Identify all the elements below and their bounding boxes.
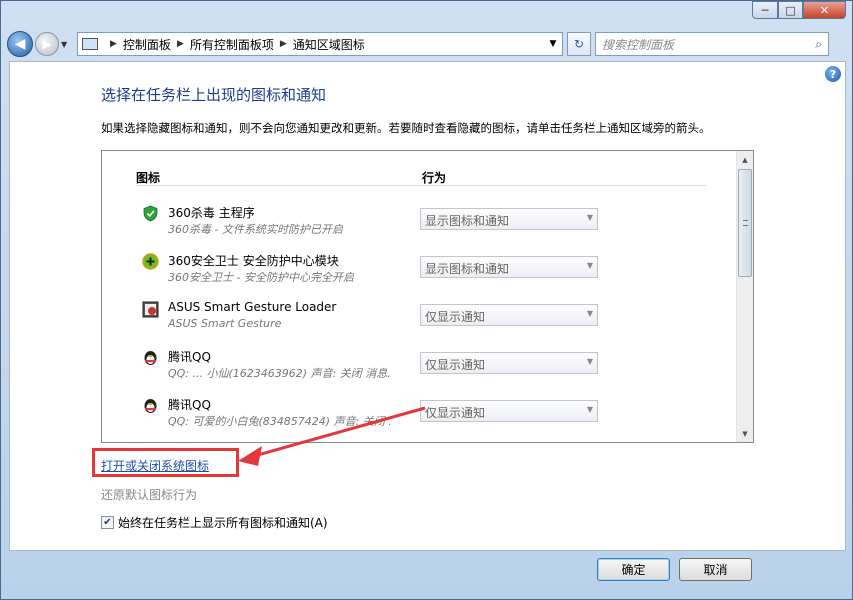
close-button[interactable]: ✕ bbox=[803, 1, 846, 19]
minimize-button[interactable]: ─ bbox=[752, 1, 778, 19]
cancel-button[interactable]: 取消 bbox=[679, 558, 752, 581]
behavior-value: 仅显示通知 bbox=[425, 358, 486, 372]
page-description: 如果选择隐藏图标和通知，则不会向您通知更改和更新。若要随时查看隐藏的图标，请单击… bbox=[101, 121, 711, 135]
list-item: 腾讯QQ QQ: 可爱的小白兔(834857424) 声音: 关闭 ... 仅显… bbox=[136, 393, 706, 439]
list-header: 图标 行为 bbox=[136, 169, 706, 186]
search-input[interactable]: 搜索控制面板 bbox=[602, 36, 815, 53]
breadcrumb-separator: ▶ bbox=[110, 39, 117, 49]
search-box[interactable]: 搜索控制面板 ⌕ bbox=[595, 32, 829, 56]
penguin-icon bbox=[144, 351, 157, 365]
item-name: 腾讯QQ bbox=[168, 350, 211, 364]
behavior-value: 显示图标和通知 bbox=[425, 262, 510, 276]
plus-circle-icon bbox=[142, 253, 159, 270]
address-bar[interactable]: ▶ 控制面板 ▶ 所有控制面板项 ▶ 通知区域图标 ▼ bbox=[77, 32, 563, 56]
chevron-down-icon: ▼ bbox=[586, 405, 593, 414]
list-item: ASUS Smart Gesture Loader ASUS Smart Ges… bbox=[136, 297, 706, 343]
item-description: ASUS Smart Gesture bbox=[168, 317, 282, 330]
item-description: QQ: ... 小仙(1623463962) 声音: 关闭 消息... bbox=[168, 367, 390, 380]
maximize-button[interactable]: □ bbox=[778, 1, 803, 19]
item-name: 360杀毒 主程序 bbox=[168, 206, 255, 220]
item-description: 360杀毒 - 文件系统实时防护已开启 bbox=[168, 223, 343, 236]
chevron-down-icon: ▼ bbox=[586, 261, 593, 270]
always-show-all-checkbox[interactable]: ✔ bbox=[101, 516, 114, 529]
help-icon[interactable]: ? bbox=[825, 66, 841, 82]
recent-pages-dropdown[interactable]: ▼ bbox=[61, 40, 73, 49]
always-show-all-checkbox-row[interactable]: ✔ 始终在任务栏上显示所有图标和通知(A) bbox=[101, 514, 328, 531]
page-title: 选择在任务栏上出现的图标和通知 bbox=[101, 86, 327, 104]
address-dropdown-icon[interactable]: ▼ bbox=[544, 39, 562, 49]
breadcrumb-notification-icons[interactable]: 通知区域图标 bbox=[293, 36, 365, 53]
scroll-thumb[interactable] bbox=[738, 169, 752, 277]
shield-icon bbox=[143, 205, 158, 222]
scroll-up-icon[interactable]: ▲ bbox=[737, 151, 753, 168]
back-button[interactable]: ◀ bbox=[7, 31, 33, 57]
refresh-button[interactable]: ↻ bbox=[567, 32, 591, 56]
item-name: 腾讯QQ bbox=[168, 398, 211, 412]
item-description: 360安全卫士 - 安全防护中心完全开启 bbox=[168, 271, 354, 284]
ok-button[interactable]: 确定 bbox=[597, 558, 670, 581]
chevron-down-icon: ▼ bbox=[586, 357, 593, 366]
column-header-icon: 图标 bbox=[136, 171, 161, 185]
list-item: 360安全卫士 安全防护中心模块 360安全卫士 - 安全防护中心完全开启 显示… bbox=[136, 249, 706, 295]
behavior-select[interactable]: 显示图标和通知 ▼ bbox=[420, 208, 598, 230]
control-panel-icon bbox=[82, 38, 98, 50]
list-item: 腾讯QQ QQ: ... 小仙(1623463962) 声音: 关闭 消息...… bbox=[136, 345, 706, 391]
behavior-select[interactable]: 仅显示通知 ▼ bbox=[420, 400, 598, 422]
touchpad-icon bbox=[142, 301, 159, 318]
behavior-select[interactable]: 仅显示通知 ▼ bbox=[420, 352, 598, 374]
item-name: 360安全卫士 安全防护中心模块 bbox=[168, 254, 339, 268]
scroll-down-icon[interactable]: ▼ bbox=[737, 425, 753, 442]
navigation-toolbar: ◀ ▶ ▼ ▶ 控制面板 ▶ 所有控制面板项 ▶ 通知区域图标 ▼ ↻ 搜索控制… bbox=[7, 29, 846, 59]
breadcrumb-separator[interactable]: ▶ bbox=[177, 39, 184, 49]
checkbox-label[interactable]: 始终在任务栏上显示所有图标和通知(A) bbox=[118, 514, 328, 531]
behavior-select[interactable]: 仅显示通知 ▼ bbox=[420, 304, 598, 326]
breadcrumb-all-items[interactable]: 所有控制面板项 bbox=[190, 36, 274, 53]
breadcrumb-control-panel[interactable]: 控制面板 bbox=[123, 36, 171, 53]
list-item: 360杀毒 主程序 360杀毒 - 文件系统实时防护已开启 显示图标和通知 ▼ bbox=[136, 201, 706, 247]
forward-button[interactable]: ▶ bbox=[35, 32, 59, 56]
restore-default-behavior-link[interactable]: 还原默认图标行为 bbox=[101, 486, 197, 503]
item-description: QQ: 可爱的小白兔(834857424) 声音: 关闭 ... bbox=[168, 415, 390, 428]
notification-icons-list[interactable]: 图标 行为 360杀毒 主程序 360杀毒 - 文件系统实时防护已开启 显示图标… bbox=[101, 150, 754, 443]
scroll-grip bbox=[743, 220, 748, 226]
chevron-down-icon: ▼ bbox=[586, 309, 593, 318]
main-content: ? 选择在任务栏上出现的图标和通知 如果选择隐藏图标和通知，则不会向您通知更改和… bbox=[9, 61, 846, 551]
annotation-highlight-box bbox=[92, 448, 239, 477]
window-controls: ─ □ ✕ bbox=[752, 1, 846, 19]
list-scrollbar[interactable]: ▲ ▼ bbox=[736, 151, 753, 442]
chevron-down-icon: ▼ bbox=[586, 213, 593, 222]
breadcrumb-separator[interactable]: ▶ bbox=[280, 39, 287, 49]
breadcrumb: ▶ 控制面板 ▶ 所有控制面板项 ▶ 通知区域图标 bbox=[104, 36, 365, 53]
column-header-behavior: 行为 bbox=[422, 171, 447, 185]
penguin-icon bbox=[144, 399, 157, 413]
item-name: ASUS Smart Gesture Loader bbox=[168, 300, 337, 314]
list-content: 图标 行为 360杀毒 主程序 360杀毒 - 文件系统实时防护已开启 显示图标… bbox=[102, 151, 736, 442]
behavior-value: 仅显示通知 bbox=[425, 406, 486, 420]
behavior-value: 仅显示通知 bbox=[425, 310, 486, 324]
behavior-value: 显示图标和通知 bbox=[425, 214, 510, 228]
behavior-select[interactable]: 显示图标和通知 ▼ bbox=[420, 256, 598, 278]
search-icon[interactable]: ⌕ bbox=[815, 37, 822, 52]
control-panel-window: ─ □ ✕ ◀ ▶ ▼ ▶ 控制面板 ▶ 所有控制面板项 ▶ 通知区域图标 ▼ … bbox=[0, 0, 853, 600]
